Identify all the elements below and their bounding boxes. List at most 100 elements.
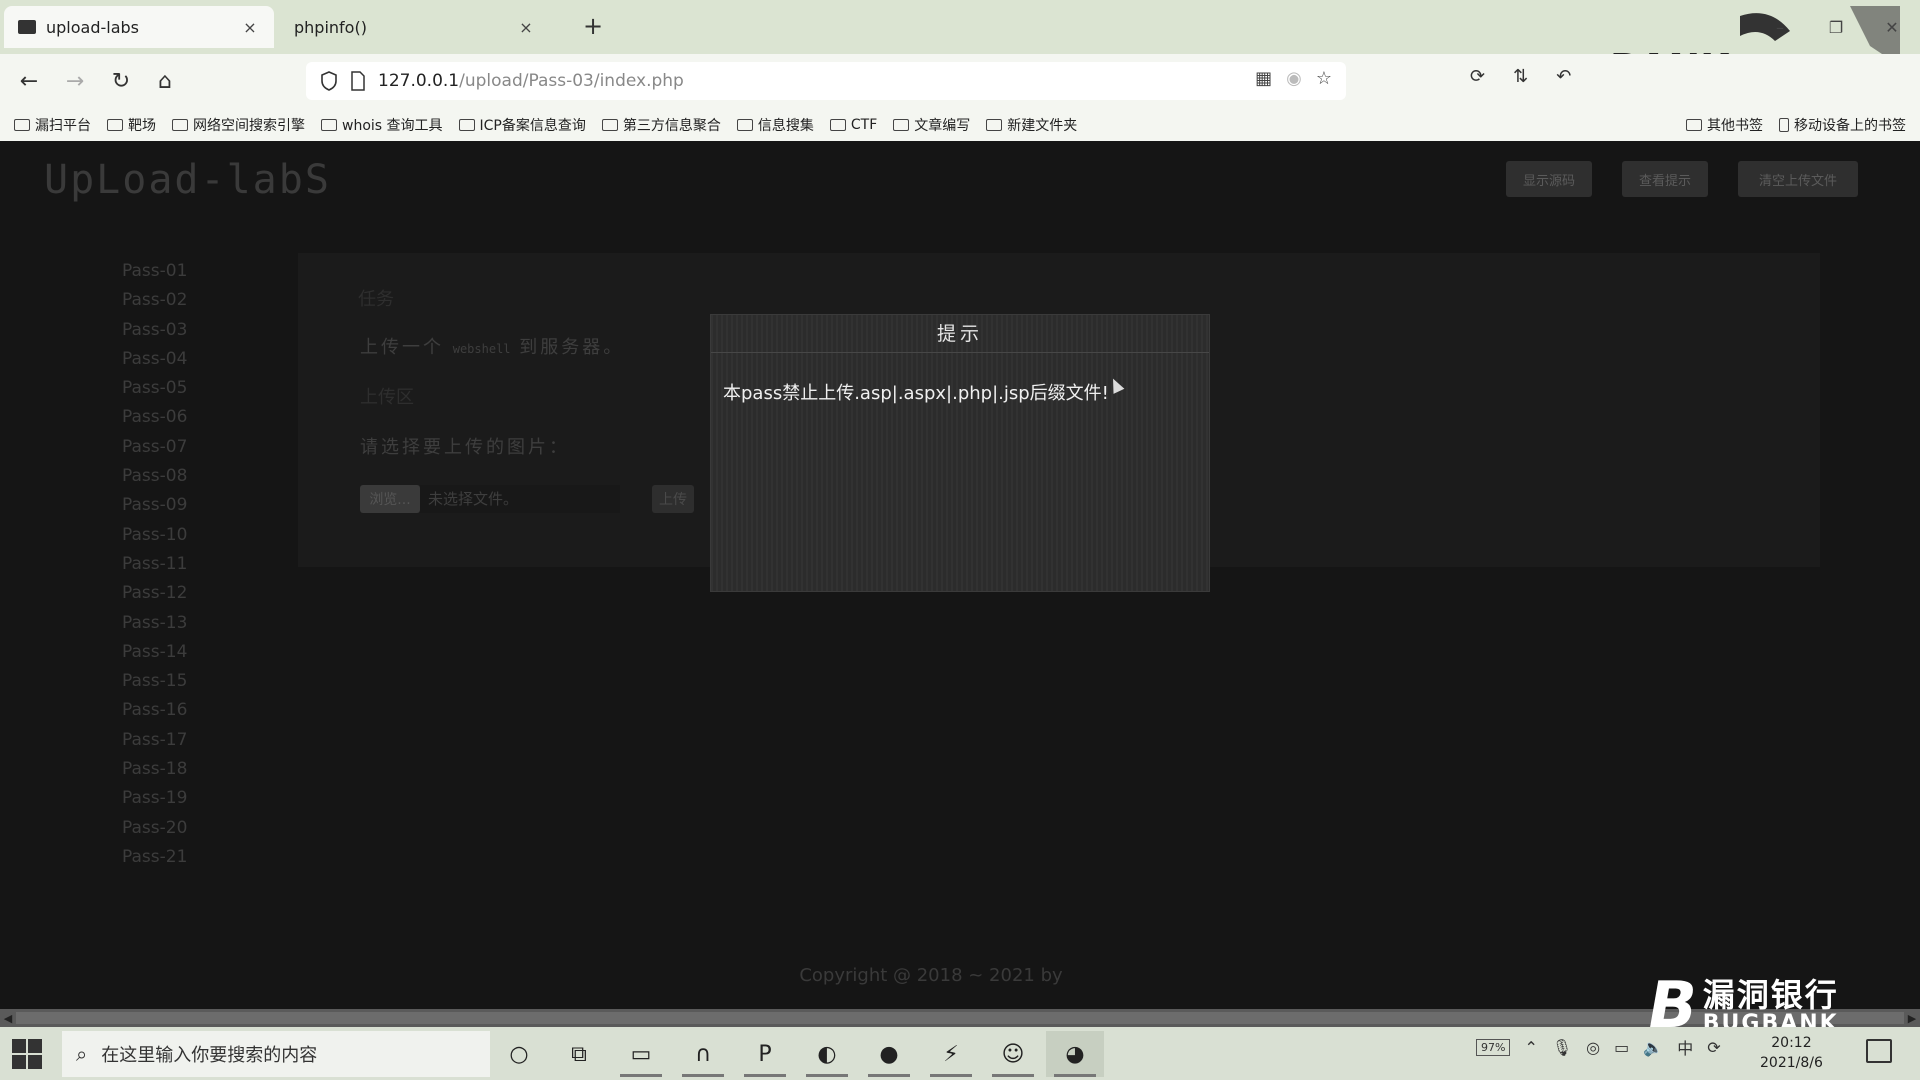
forward-button[interactable]: → <box>58 64 92 98</box>
reload-button[interactable]: ↻ <box>104 64 138 98</box>
file-explorer-icon[interactable]: ▭ <box>612 1031 670 1077</box>
bookmark-folder[interactable]: 文章编写 <box>893 115 970 135</box>
home-button[interactable]: ⌂ <box>148 64 182 98</box>
new-tab-button[interactable]: + <box>578 12 608 40</box>
mobile-icon <box>1779 117 1789 132</box>
sidebar-item-pass-06[interactable]: Pass-06 <box>122 403 187 432</box>
bookmark-folder[interactable]: whois 查询工具 <box>321 115 443 135</box>
taskbar-clock[interactable]: 20:12 2021/8/6 <box>1760 1033 1823 1073</box>
volume-icon[interactable]: 🔈 <box>1643 1038 1663 1057</box>
firefox-icon[interactable]: ◕ <box>1046 1031 1104 1077</box>
undo-icon[interactable]: ↶ <box>1556 66 1571 87</box>
bookmark-label: 靶场 <box>128 117 156 134</box>
sidebar-item-pass-13[interactable]: Pass-13 <box>122 609 187 638</box>
sidebar-item-pass-03[interactable]: Pass-03 <box>122 316 187 345</box>
taskbar-search[interactable]: ⌕ 在这里输入你要搜索的内容 <box>62 1031 490 1077</box>
sidebar-item-pass-05[interactable]: Pass-05 <box>122 374 187 403</box>
windows-start-icon[interactable] <box>12 1039 42 1069</box>
battery-indicator[interactable]: 97% <box>1476 1038 1511 1056</box>
sidebar-item-pass-14[interactable]: Pass-14 <box>122 638 187 667</box>
sidebar-item-pass-10[interactable]: Pass-10 <box>122 521 187 550</box>
horizontal-scrollbar[interactable]: ◀ ▶ <box>0 1009 1920 1027</box>
restore-button[interactable]: ❐ <box>1808 0 1864 54</box>
bookmark-folder[interactable]: 网络空间搜索引擎 <box>172 115 305 135</box>
address-bar-actions: ▦ ◉ ☆ <box>1255 68 1332 89</box>
bookmark-folder[interactable]: ICP备案信息查询 <box>458 115 586 135</box>
shield-icon[interactable] <box>320 71 338 91</box>
sidebar-item-pass-02[interactable]: Pass-02 <box>122 286 187 315</box>
input-method-icon[interactable]: 中 <box>1677 1035 1693 1059</box>
sidebar-item-pass-16[interactable]: Pass-16 <box>122 696 187 725</box>
extension-icon[interactable]: ◉ <box>1286 68 1302 89</box>
sidebar-item-pass-19[interactable]: Pass-19 <box>122 784 187 813</box>
sidebar-item-pass-12[interactable]: Pass-12 <box>122 579 187 608</box>
dialog-title: 提示 <box>711 315 1209 353</box>
show-hidden-icons[interactable]: ⌃ <box>1524 1038 1537 1057</box>
view-hint-button[interactable]: 查看提示 <box>1622 161 1708 197</box>
browser-app-icon[interactable]: ◐ <box>798 1031 856 1077</box>
sidebar-item-pass-11[interactable]: Pass-11 <box>122 550 187 579</box>
headset-app-icon[interactable]: ∩ <box>674 1031 732 1077</box>
bookmark-folder[interactable]: 漏扫平台 <box>14 115 91 135</box>
browse-button[interactable]: 浏览... <box>360 485 420 513</box>
folder-icon <box>736 118 753 131</box>
sidebar-item-pass-07[interactable]: Pass-07 <box>122 433 187 462</box>
tool-icon[interactable]: ⇅ <box>1513 66 1528 87</box>
tab-phpinfo[interactable]: phpinfo() × <box>280 6 550 48</box>
sidebar-item-pass-15[interactable]: Pass-15 <box>122 667 187 696</box>
qr-code-icon[interactable]: ▦ <box>1255 68 1272 89</box>
bookmark-folder[interactable]: 信息搜集 <box>736 115 814 135</box>
notification-center-icon[interactable] <box>1866 1039 1892 1063</box>
scroll-left-icon[interactable]: ◀ <box>0 1009 16 1027</box>
bookmark-label: CTF <box>850 116 878 133</box>
bookmarks-bar: 漏扫平台 靶场 网络空间搜索引擎 whois 查询工具 ICP备案信息查询 第三… <box>0 108 1920 141</box>
site-logo[interactable]: UpLoad-labS <box>44 157 331 203</box>
other-bookmarks[interactable]: 其他书签 <box>1686 115 1763 135</box>
bookmark-folder[interactable]: 靶场 <box>107 115 156 135</box>
tab-title: phpinfo() <box>294 17 367 37</box>
display-icon[interactable]: ▭ <box>1614 1038 1629 1057</box>
sidebar-item-pass-04[interactable]: Pass-04 <box>122 345 187 374</box>
bookmark-star-icon[interactable]: ☆ <box>1316 68 1332 89</box>
sidebar-item-pass-21[interactable]: Pass-21 <box>122 843 187 872</box>
sidebar-item-pass-09[interactable]: Pass-09 <box>122 491 187 520</box>
clear-uploads-button[interactable]: 清空上传文件 <box>1738 161 1858 197</box>
bookmark-folder[interactable]: 第三方信息聚合 <box>601 115 721 135</box>
tab-close-icon[interactable]: × <box>240 18 260 37</box>
tab-upload-labs[interactable]: upload-labs × <box>4 6 274 48</box>
upload-submit-button[interactable]: 上传 <box>652 485 694 513</box>
sidebar-item-pass-01[interactable]: Pass-01 <box>122 257 187 286</box>
show-source-button[interactable]: 显示源码 <box>1506 161 1592 197</box>
obs-icon[interactable]: ● <box>860 1031 918 1077</box>
minimize-button[interactable]: – <box>1752 0 1808 54</box>
cortana-icon[interactable]: ○ <box>490 1031 548 1077</box>
bookmark-folder[interactable]: 新建文件夹 <box>986 115 1077 135</box>
sidebar-item-pass-18[interactable]: Pass-18 <box>122 755 187 784</box>
sidebar-item-pass-20[interactable]: Pass-20 <box>122 814 187 843</box>
scroll-right-icon[interactable]: ▶ <box>1904 1009 1920 1027</box>
microphone-icon[interactable]: 🎙 <box>1552 1038 1572 1057</box>
powerpoint-icon[interactable]: P <box>736 1031 794 1077</box>
sidebar-item-pass-17[interactable]: Pass-17 <box>122 726 187 755</box>
scrollbar-thumb[interactable] <box>16 1012 1904 1024</box>
close-window-button[interactable]: ✕ <box>1864 0 1920 54</box>
network-icon[interactable]: ◎ <box>1586 1038 1600 1057</box>
file-input[interactable]: 浏览... 未选择文件。 <box>360 485 620 513</box>
bookmark-label: 第三方信息聚合 <box>622 117 721 134</box>
translate-icon[interactable]: ⟳ <box>1470 66 1485 87</box>
mobile-bookmarks[interactable]: 移动设备上的书签 <box>1779 115 1906 135</box>
address-bar[interactable]: 127.0.0.1/upload/Pass-03/index.php ▦ ◉ ☆ <box>306 62 1346 100</box>
task-description: 上传一个 webshell 到服务器。 <box>360 333 624 359</box>
folder-icon <box>893 118 910 131</box>
bookmark-folder[interactable]: CTF <box>829 116 878 133</box>
app-icon[interactable]: ☺ <box>984 1031 1042 1077</box>
sidebar-item-pass-08[interactable]: Pass-08 <box>122 462 187 491</box>
task-view-icon[interactable]: ⧉ <box>550 1031 608 1077</box>
back-button[interactable]: ← <box>12 64 46 98</box>
burp-icon[interactable]: ⚡ <box>922 1031 980 1077</box>
sync-icon[interactable]: ⟳ <box>1707 1038 1720 1057</box>
folder-icon <box>1686 118 1702 131</box>
toolbar-extensions: ⟳ ⇅ ↶ <box>1470 66 1571 87</box>
page-info-icon[interactable] <box>350 71 366 91</box>
tab-close-icon[interactable]: × <box>516 18 536 37</box>
